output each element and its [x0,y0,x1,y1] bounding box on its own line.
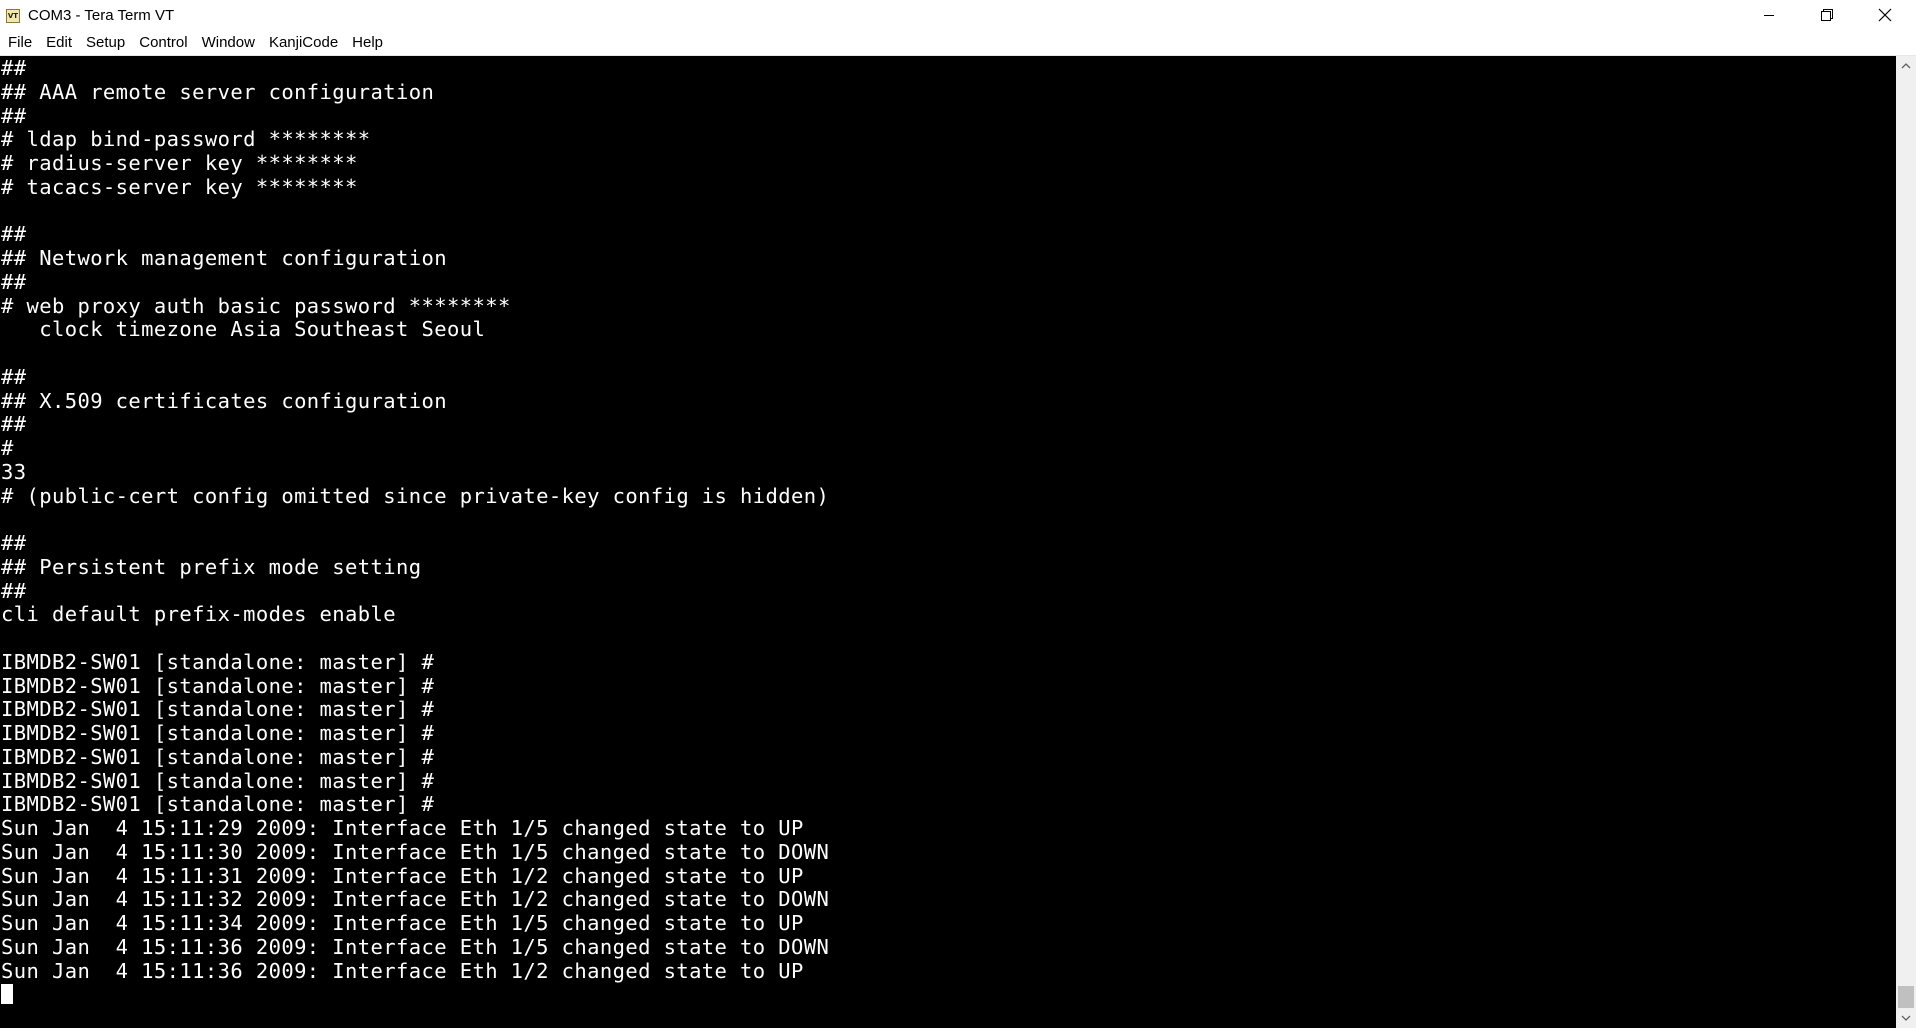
menu-bar: File Edit Setup Control Window KanjiCode… [0,30,1916,55]
terminal-output[interactable]: ## ## AAA remote server configuration ## # … [0,56,1896,1028]
tera-term-app-icon[interactable]: VT [6,9,20,23]
close-button[interactable] [1856,0,1914,30]
terminal-line: IBMDB2-SW01 [standalone: master] # [1,768,435,793]
terminal-line: Sun Jan 4 15:11:30 2009: Interface Eth 1… [1,839,830,864]
menu-item-kanjicode[interactable]: KanjiCode [261,30,344,55]
minimize-button[interactable] [1740,0,1798,30]
scroll-thumb[interactable] [1898,986,1914,1008]
text-cursor [1,984,13,1005]
terminal-line: IBMDB2-SW01 [standalone: master] # [1,697,435,722]
terminal-line: clock timezone Asia Southeast Seoul [1,317,486,342]
terminal-line: # web proxy auth basic password ******** [1,293,511,318]
terminal-line: IBMDB2-SW01 [standalone: master] # [1,792,435,817]
terminal-line: Sun Jan 4 15:11:29 2009: Interface Eth 1… [1,816,804,840]
minimize-icon [1764,15,1774,16]
terminal-line: ## [1,364,27,389]
terminal-line: IBMDB2-SW01 [standalone: master] # [1,744,435,769]
terminal-line: ## [1,412,27,437]
title-bar[interactable]: VT COM3 - Tera Term VT [0,0,1916,30]
scroll-down-button[interactable] [1896,1008,1916,1028]
terminal-line: ## [1,531,27,555]
terminal-line: ## AAA remote server configuration [1,79,435,104]
restore-button[interactable] [1798,0,1856,30]
terminal-line: ## Network management configuration [1,246,447,270]
terminal-line: ## X.509 certificates configuration [1,388,447,413]
terminal-line: IBMDB2-SW01 [standalone: master] # [1,649,435,674]
terminal-line: 33 [1,459,27,484]
terminal-line: IBMDB2-SW01 [standalone: master] # [1,721,435,745]
arrow-down-icon [1901,1015,1911,1021]
arrow-up-icon [1901,63,1911,69]
scroll-up-button[interactable] [1896,56,1916,76]
terminal-line: # radius-server key ******** [1,151,358,175]
terminal-line: Sun Jan 4 15:11:32 2009: Interface Eth 1… [1,887,830,912]
menu-item-help[interactable]: Help [344,30,389,55]
menu-item-window[interactable]: Window [194,30,261,55]
terminal-line: # ldap bind-password ******** [1,127,371,152]
menu-item-setup[interactable]: Setup [78,30,131,55]
tera-term-window: VT COM3 - Tera Term VT File Edit Setup C… [0,0,1916,1028]
vertical-scrollbar[interactable] [1896,56,1916,1028]
terminal-line: ## [1,222,27,247]
window-title: COM3 - Tera Term VT [28,7,175,24]
terminal-line: ## [1,103,27,128]
menu-item-edit[interactable]: Edit [38,30,78,55]
terminal-line: Sun Jan 4 15:11:36 2009: Interface Eth 1… [1,958,804,983]
terminal-line: cli default prefix-modes enable [1,602,397,627]
terminal-line: Sun Jan 4 15:11:31 2009: Interface Eth 1… [1,863,804,888]
terminal-line: Sun Jan 4 15:11:34 2009: Interface Eth 1… [1,911,804,935]
terminal-line: ## [1,578,27,603]
terminal-line: ## [1,269,27,294]
terminal-line: IBMDB2-SW01 [standalone: master] # [1,673,435,698]
terminal-line: # (public-cert config omitted since priv… [1,483,830,508]
restore-icon [1821,9,1833,21]
terminal-line: ## [1,56,27,80]
close-icon [1878,8,1892,22]
terminal-line: # tacacs-server key ******** [1,174,358,199]
terminal-line: # [1,436,14,460]
terminal-line: ## Persistent prefix mode setting [1,554,422,579]
terminal-line: Sun Jan 4 15:11:36 2009: Interface Eth 1… [1,934,830,959]
menu-item-file[interactable]: File [0,30,38,55]
menu-item-control[interactable]: Control [131,30,193,55]
